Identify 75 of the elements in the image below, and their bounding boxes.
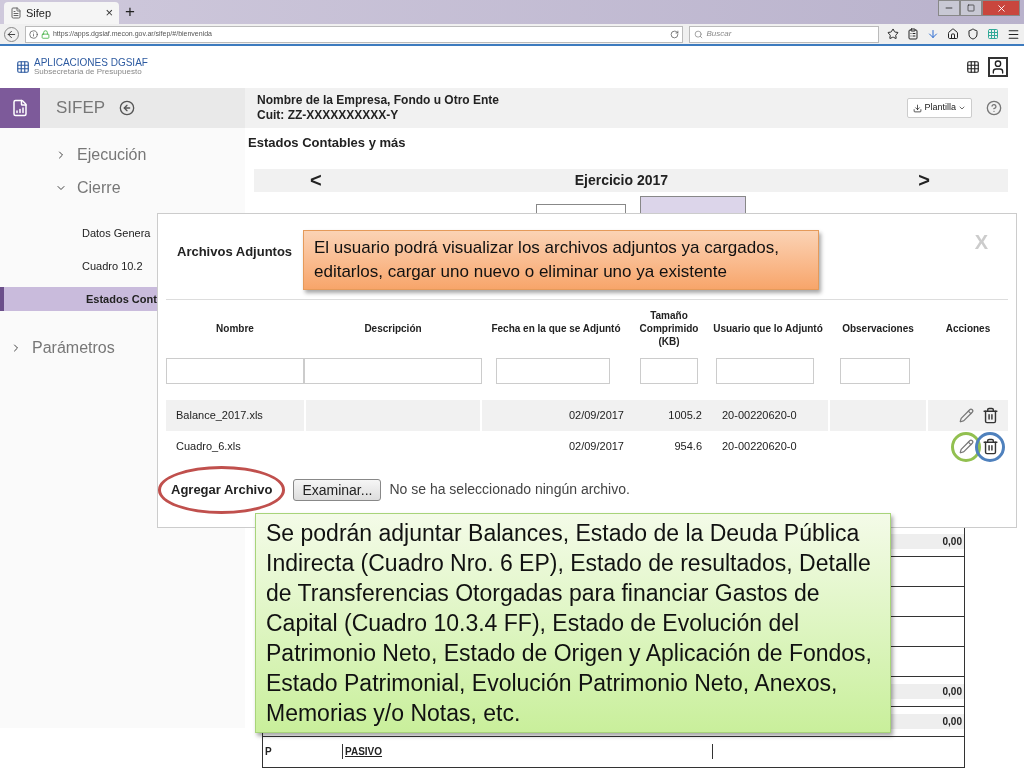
column-header: Fecha en la que se Adjuntó	[490, 321, 622, 335]
dialog-title: Archivos Adjuntos	[177, 242, 293, 261]
info-icon	[28, 29, 38, 39]
edit-button[interactable]	[951, 431, 981, 462]
tab-title: Sifep	[26, 5, 53, 21]
shield-icon[interactable]	[967, 28, 979, 40]
file-name-cell-text: Cuadro_6.xls	[175, 439, 242, 455]
caret-icon	[958, 104, 966, 112]
avatar-icon[interactable]	[988, 57, 1008, 77]
filter-input[interactable]	[840, 358, 910, 384]
entity-name: Nombre de la Empresa, Fondo u Otro Ente	[257, 93, 500, 108]
column-header: Observaciones	[841, 321, 915, 335]
minimize-button[interactable]	[938, 0, 960, 16]
collapse-icon[interactable]	[119, 100, 136, 116]
size-cell-text: 1005.2	[667, 408, 703, 424]
filter-input[interactable]	[716, 358, 814, 384]
download-icon[interactable]	[927, 28, 939, 40]
table-cell: PASIVO	[343, 744, 713, 759]
lock-icon	[40, 29, 50, 39]
filter-input[interactable]	[166, 358, 304, 384]
close-icon	[995, 2, 1007, 14]
sidebar-title: SIFEP	[56, 97, 106, 120]
report-icon	[11, 99, 29, 117]
apps-grid-icon[interactable]	[966, 60, 980, 74]
filter-input[interactable]	[304, 358, 482, 384]
date-cell-text: 02/09/2017	[567, 439, 625, 455]
pencil-icon	[958, 439, 974, 454]
annotation-callout: El usuario podrá visualizar los archivos adjuntos ya cargados, editarlos, cargar uno nuevo o eliminar uno ya existente	[303, 230, 819, 290]
download-icon	[913, 103, 923, 113]
delete-button[interactable]	[975, 431, 1005, 462]
size-cell-text: 954.6	[673, 439, 703, 455]
bookmark-star-icon[interactable]	[887, 28, 899, 40]
entity-cuit: Cuit: ZZ-XXXXXXXXXX-Y	[257, 108, 400, 123]
template-button[interactable]: Plantilla	[907, 98, 972, 118]
previous-year-button[interactable]: <	[310, 165, 322, 195]
trash-icon	[981, 438, 999, 455]
column-header: Acciones	[944, 321, 992, 335]
column-header: Tamaño Comprimido (KB)	[638, 308, 700, 348]
home-icon[interactable]	[947, 28, 959, 40]
sidebar-menu-item[interactable]: Ejecución	[55, 138, 245, 171]
column-header: Descripción	[363, 321, 423, 335]
annotation-callout: Se podrán adjuntar Balances, Estado de la Deuda Pública Indirecta (Cuadro Nro. 6 EP), Estado de resultados, Detalle de Transferencias Otorgadas para financiar Gastos de Capital (Cuadro 10.3.4 FF), Estado de Evolución del Patrimonio Neto, Estado de Origen y Aplicación de Fondos, Estado Patrimonial, Evolución Patrimonio Neto, Anexos, Memorias y/o Notas, etc.	[255, 513, 891, 733]
search-icon	[694, 29, 704, 39]
browse-button[interactable]: Examinar...	[293, 478, 382, 501]
table-cell: P	[263, 744, 343, 759]
logo-title: APLICACIONES DGSIAF	[34, 58, 148, 67]
search-field[interactable]: Buscar	[689, 25, 879, 43]
file-status: No se ha seleccionado ningún archivo.	[389, 480, 630, 500]
year-label: Ejercicio 2017	[574, 170, 669, 190]
close-window-button[interactable]	[982, 0, 1020, 16]
trash-icon	[981, 407, 999, 424]
file-name-cell-text: Balance_2017.xls	[175, 408, 264, 424]
sidebar-menu-item[interactable]: Cierre	[55, 171, 245, 204]
reload-icon[interactable]	[670, 29, 680, 39]
maximize-button[interactable]	[960, 0, 982, 16]
menu-icon[interactable]	[1007, 27, 1020, 41]
logo-subtitle: Subsecretaria de Presupuesto	[34, 67, 143, 76]
maximize-icon	[967, 4, 975, 12]
page-icon	[10, 7, 22, 19]
clipboard-icon[interactable]	[907, 28, 919, 40]
search-placeholder: Buscar	[706, 28, 732, 40]
column-header: Usuario que lo Adjuntó	[712, 321, 824, 335]
help-icon[interactable]	[986, 100, 1002, 116]
filter-input[interactable]	[640, 358, 698, 384]
section-title: Estados Contables y más	[248, 134, 407, 152]
tab-close-button[interactable]: ×	[105, 3, 113, 23]
new-tab-button[interactable]: +	[125, 2, 135, 22]
logo-icon	[16, 60, 30, 74]
filter-input[interactable]	[496, 358, 610, 384]
date-cell-text: 02/09/2017	[567, 408, 625, 424]
next-year-button[interactable]: >	[918, 165, 930, 195]
user-cell-text: 20-00220620-0	[721, 408, 798, 424]
pencil-icon	[958, 408, 974, 423]
user-cell-text: 20-00220620-0	[721, 439, 798, 455]
browser-tab[interactable]: Sifep ×	[4, 2, 119, 24]
